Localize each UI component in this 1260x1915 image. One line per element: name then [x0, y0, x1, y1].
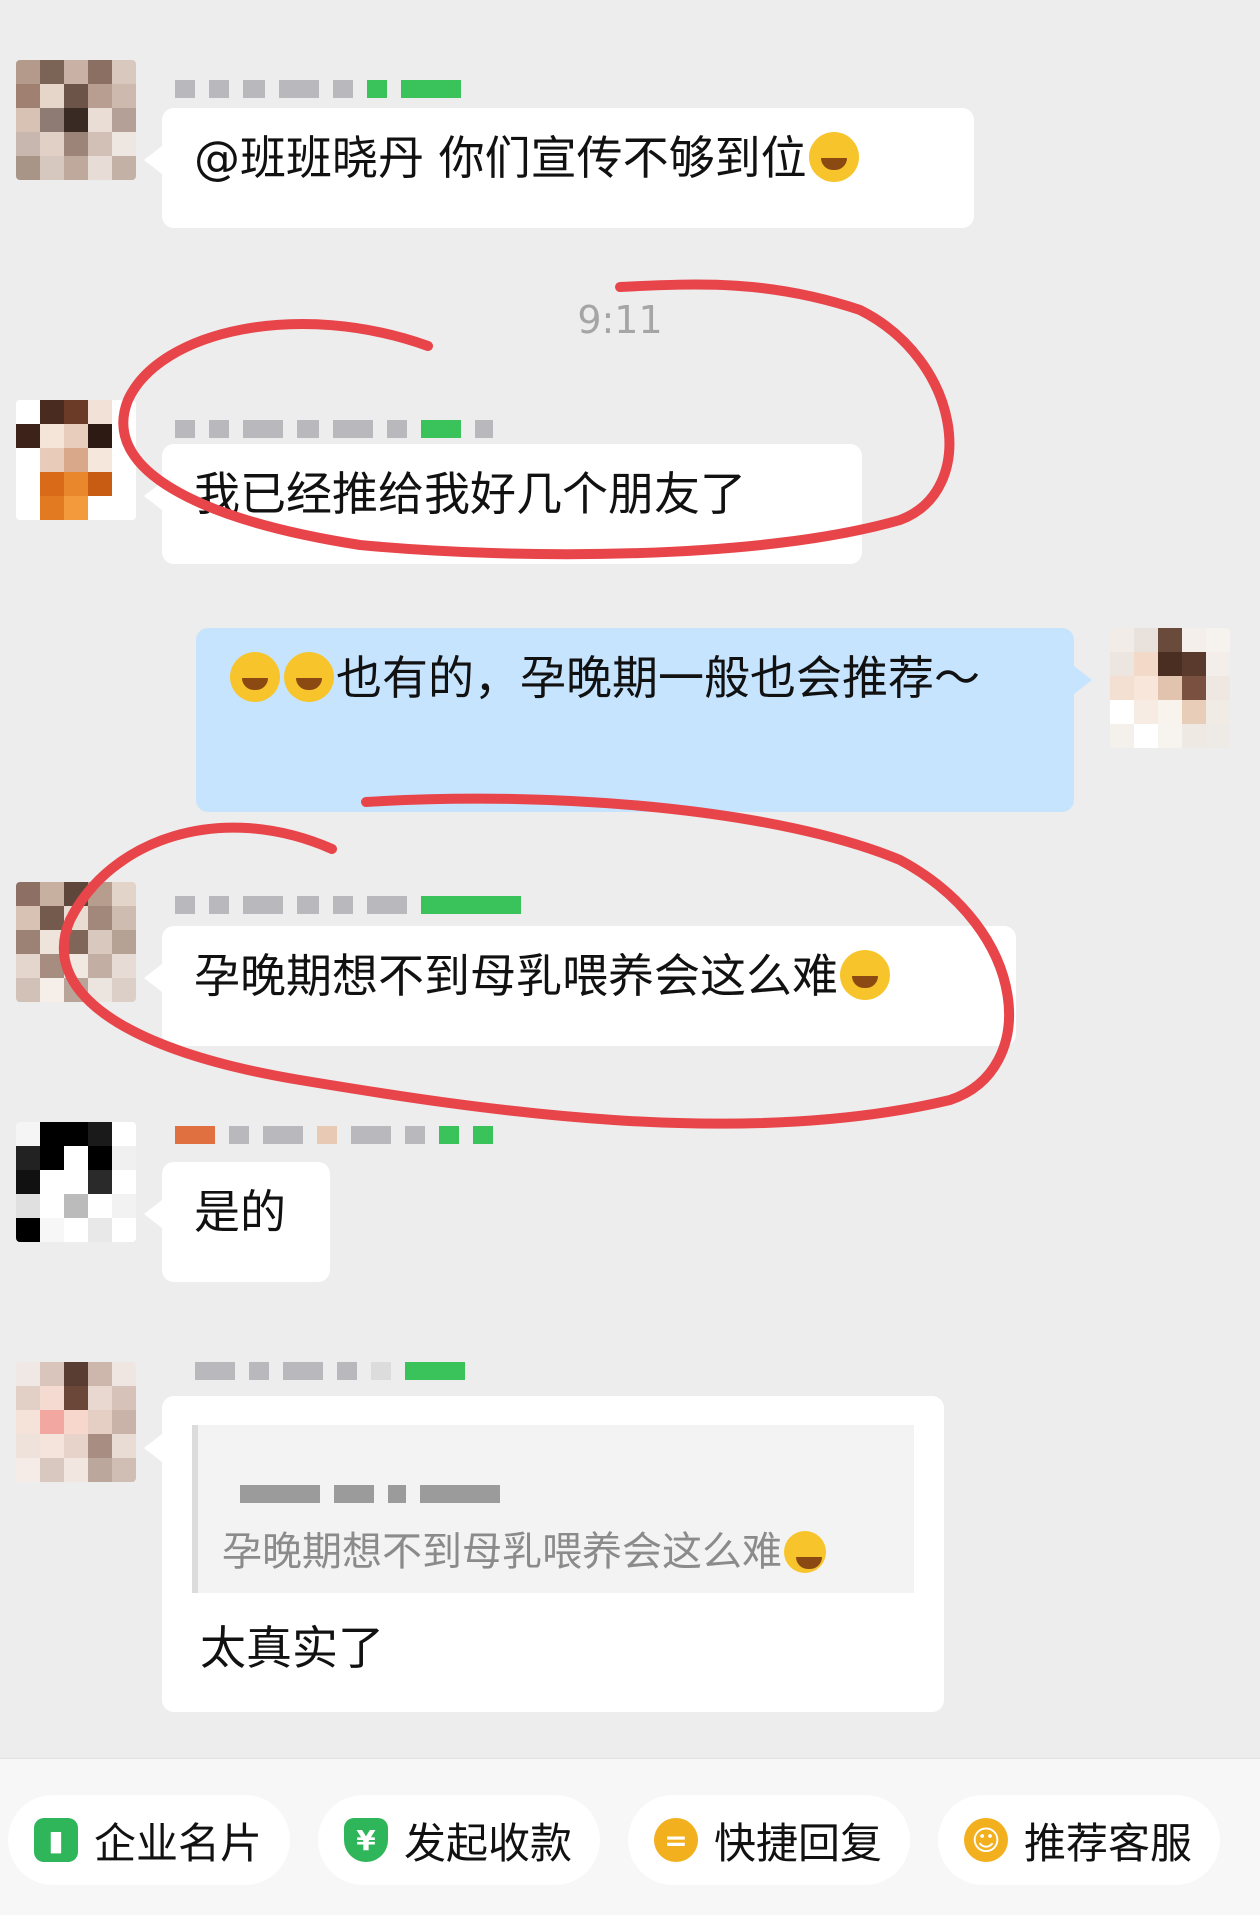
- recommend-agent-label: 推荐客服: [1024, 1818, 1193, 1868]
- annotation-circle: [118, 279, 955, 560]
- collect-payment-label: 发起收款: [404, 1818, 573, 1868]
- red-annotation-circles: [58, 279, 1014, 1129]
- business-card-icon: ▮: [34, 1818, 78, 1862]
- annotation-circle: [58, 793, 1014, 1129]
- business-card-label: 企业名片: [94, 1818, 263, 1868]
- quick-reply-icon: =: [654, 1818, 698, 1862]
- recommend-agent-button[interactable]: ☺ 推荐客服: [938, 1795, 1220, 1885]
- quick-reply-label: 快捷回复: [714, 1818, 883, 1868]
- quick-reply-button[interactable]: = 快捷回复: [628, 1795, 910, 1885]
- quick-action-bar: ▮ 企业名片 ¥ 发起收款 = 快捷回复 ☺ 推荐客服: [0, 1758, 1260, 1915]
- business-card-button[interactable]: ▮ 企业名片: [8, 1795, 290, 1885]
- service-agent-icon: ☺: [964, 1818, 1008, 1862]
- payment-shield-icon: ¥: [344, 1818, 388, 1862]
- collect-payment-button[interactable]: ¥ 发起收款: [318, 1795, 600, 1885]
